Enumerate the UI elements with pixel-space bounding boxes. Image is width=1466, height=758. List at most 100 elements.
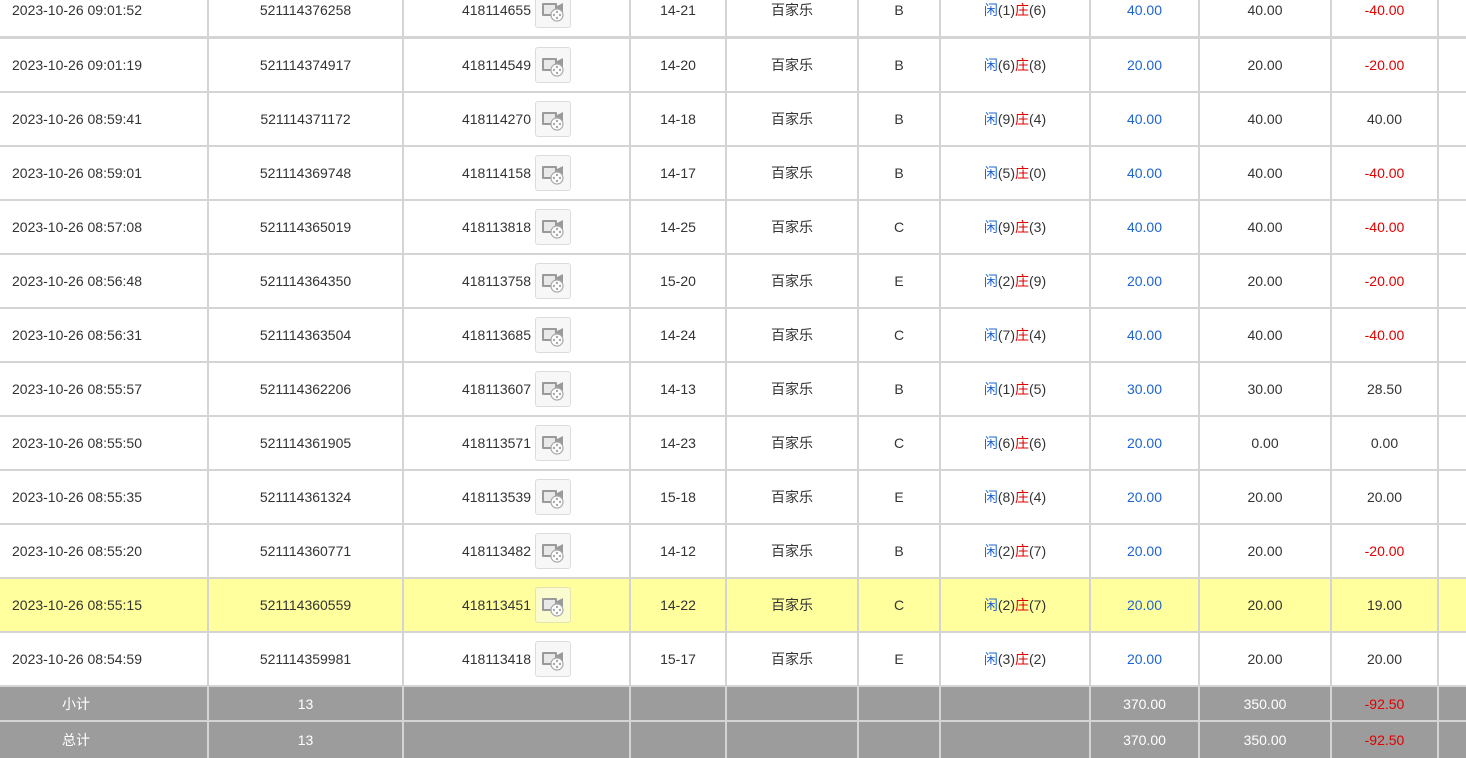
table-cell: 2023-10-26 08:55:20 — [0, 525, 207, 577]
bet-amount: 20.00 — [1126, 435, 1163, 451]
game-result: 闲 (7) 庄 (4) — [941, 309, 1089, 361]
bet-time: 2023-10-26 08:54:59 — [12, 651, 142, 667]
shoe-id: B — [894, 2, 904, 18]
table-cell: B — [859, 525, 939, 577]
bet-number: 521114359981 — [259, 651, 352, 667]
table-cell: 28.50 — [1332, 363, 1437, 415]
table-cell: 14-18 — [631, 93, 725, 145]
table-row[interactable]: 2023-10-26 08:55:50 521114361905 418113571… — [0, 417, 1466, 469]
bet-number: 521114365019 — [259, 219, 352, 235]
table-row[interactable]: 2023-10-26 08:56:48 521114364350 418113758… — [0, 255, 1466, 307]
table-cell: 14-25 — [631, 201, 725, 253]
bet-number: 521114361324 — [259, 489, 352, 505]
table-cell: 20.00 — [1200, 255, 1330, 307]
table-cell: 40.00 — [1091, 309, 1198, 361]
game-type: 百家乐 — [771, 327, 813, 343]
video-replay-icon[interactable] — [535, 479, 572, 515]
banker-label: 庄 — [1015, 381, 1029, 397]
table-row[interactable]: 2023-10-26 08:55:35 521114361324 418113539… — [0, 471, 1466, 523]
banker-points: (9) — [1029, 273, 1047, 289]
table-cell: 百家乐 — [727, 471, 857, 523]
table-row[interactable]: 2023-10-26 08:55:15 521114360559 418113451… — [0, 579, 1466, 631]
game-type: 百家乐 — [771, 165, 813, 181]
round-number: 418113451 — [461, 597, 532, 613]
table-cell — [1439, 255, 1466, 307]
table-cell: 521114365019 — [209, 201, 402, 253]
player-points: (6) — [997, 435, 1015, 451]
table-cell: 2023-10-26 08:56:31 — [0, 309, 207, 361]
table-row[interactable]: 2023-10-26 08:59:01 521114369748 418114158… — [0, 147, 1466, 199]
table-row[interactable]: 2023-10-26 09:01:52 521114376258 418114655… — [0, 0, 1466, 36]
video-replay-icon[interactable] — [535, 209, 572, 245]
shoe-id: B — [894, 543, 904, 559]
video-replay-icon[interactable] — [535, 371, 572, 407]
table-cell: 总计 — [0, 722, 207, 758]
table-cell: 418113418 — [404, 633, 629, 685]
game-result: 闲 (9) 庄 (4) — [941, 93, 1089, 145]
banker-label: 庄 — [1015, 219, 1029, 235]
video-replay-icon[interactable] — [535, 0, 572, 28]
shoe-id: C — [893, 219, 905, 235]
round-number: 418114158 — [461, 165, 532, 181]
table-cell: 19.00 — [1332, 579, 1437, 631]
video-replay-icon[interactable] — [535, 155, 572, 191]
table-cell: 20.00 — [1091, 633, 1198, 685]
player-label: 闲 — [983, 111, 998, 127]
video-replay-icon[interactable] — [535, 425, 572, 461]
banker-label: 庄 — [1015, 651, 1029, 667]
bet-time: 2023-10-26 08:59:01 — [12, 165, 142, 181]
video-replay-icon[interactable] — [535, 101, 572, 137]
table-cell: 14-13 — [631, 363, 725, 415]
table-cell: 2023-10-26 08:55:15 — [0, 579, 207, 631]
table-cell: 14-24 — [631, 309, 725, 361]
total-row-bet: 370.00 — [1123, 732, 1166, 748]
video-replay-icon[interactable] — [535, 317, 572, 353]
subtotal-row-valid: 350.00 — [1243, 695, 1287, 712]
table-row[interactable]: 2023-10-26 08:59:41 521114371172 418114270… — [0, 93, 1466, 145]
player-points: (3) — [997, 651, 1015, 667]
player-points: (2) — [997, 273, 1015, 289]
video-replay-icon[interactable] — [535, 263, 572, 299]
video-replay-icon[interactable] — [535, 587, 572, 623]
game-result: 闲 (5) 庄 (0) — [941, 147, 1089, 199]
table-row[interactable]: 2023-10-26 08:57:08 521114365019 418113818… — [0, 201, 1466, 253]
table-cell: 350.00 — [1200, 722, 1330, 758]
table-row[interactable]: 2023-10-26 09:01:19 521114374917 418114549… — [0, 39, 1466, 91]
bet-amount: 40.00 — [1126, 219, 1163, 235]
player-points: (6) — [997, 57, 1015, 73]
video-replay-icon[interactable] — [535, 47, 572, 83]
table-row[interactable]: 2023-10-26 08:54:59 521114359981 418113418… — [0, 633, 1466, 685]
table-cell: 14-12 — [631, 525, 725, 577]
shoe-id: C — [893, 327, 905, 343]
win-loss: -40.00 — [1364, 165, 1405, 181]
player-label: 闲 — [983, 2, 998, 18]
table-cell: 2023-10-26 08:56:48 — [0, 255, 207, 307]
win-loss: 20.00 — [1366, 651, 1403, 667]
player-label: 闲 — [983, 327, 998, 343]
shoe-id: B — [894, 381, 904, 397]
table-row[interactable]: 2023-10-26 08:56:31 521114363504 418113685… — [0, 309, 1466, 361]
table-cell: 百家乐 — [727, 417, 857, 469]
table-cell: 40.00 — [1200, 201, 1330, 253]
table-row[interactable]: 2023-10-26 08:55:20 521114360771 418113482… — [0, 525, 1466, 577]
table-cell: 30.00 — [1091, 363, 1198, 415]
video-replay-icon[interactable] — [535, 533, 572, 569]
table-cell: C — [859, 417, 939, 469]
table-cell: 521114371172 — [209, 93, 402, 145]
player-points: (1) — [997, 2, 1015, 18]
table-cell: 2023-10-26 08:55:35 — [0, 471, 207, 523]
table-cell: 2023-10-26 08:57:08 — [0, 201, 207, 253]
table-row[interactable]: 2023-10-26 08:55:57 521114362206 418113607… — [0, 363, 1466, 415]
table-cell: 百家乐 — [727, 0, 857, 36]
player-points: (8) — [997, 489, 1015, 505]
player-points: (9) — [997, 111, 1015, 127]
table-cell: -40.00 — [1332, 309, 1437, 361]
bet-amount: 40.00 — [1126, 111, 1163, 127]
video-replay-icon[interactable] — [535, 641, 572, 677]
table-cell: 百家乐 — [727, 93, 857, 145]
table-cell: 521114363504 — [209, 309, 402, 361]
table-cell: 小计 — [0, 687, 207, 720]
table-cell: 521114374917 — [209, 39, 402, 91]
valid-bet: 40.00 — [1247, 2, 1283, 18]
win-loss: 0.00 — [1370, 435, 1399, 451]
